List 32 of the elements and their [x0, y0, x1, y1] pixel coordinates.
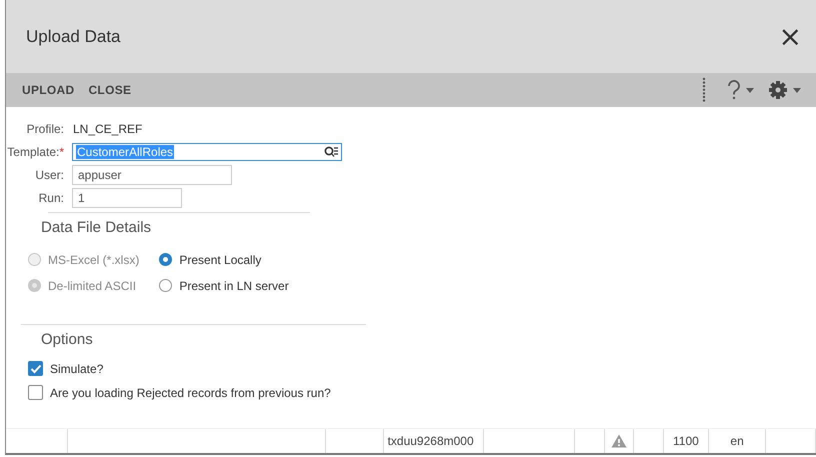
- radio-label: Present Locally: [179, 252, 262, 266]
- settings-icon[interactable]: [768, 80, 802, 100]
- checkbox-label: Are you loading Rejected records from previous run?: [50, 386, 331, 400]
- section-heading: Data File Details: [40, 218, 152, 238]
- input-field[interactable]: appuser: [72, 165, 232, 185]
- field-value: LN_CE_REF: [72, 122, 142, 136]
- checkbox-label: Simulate?: [50, 362, 104, 376]
- toolbar-button[interactable]: CLOSE: [81, 79, 138, 101]
- field-label: User:: [34, 168, 65, 182]
- field-label: Profile:: [26, 122, 65, 136]
- field-label: Run:: [38, 191, 65, 205]
- more-icon[interactable]: [702, 77, 706, 103]
- checkbox[interactable]: [28, 385, 43, 400]
- toolbar-button[interactable]: UPLOAD: [15, 79, 82, 101]
- required-mark: *: [59, 145, 64, 159]
- window-title: Upload Data: [26, 26, 122, 46]
- section-heading: Options: [40, 330, 94, 350]
- checkbox[interactable]: [28, 361, 43, 376]
- radio-label: De-limited ASCII: [48, 278, 136, 292]
- radio-label: Present in LN server: [179, 278, 289, 292]
- status-text: 1100: [673, 434, 699, 448]
- warning-icon: [610, 434, 627, 448]
- radio-label: MS-Excel (*.xlsx): [48, 252, 140, 266]
- field-label: Template:*: [6, 145, 65, 159]
- close-button[interactable]: ×: [774, 22, 806, 50]
- input-field[interactable]: 1: [72, 188, 182, 208]
- radio-button[interactable]: [159, 279, 172, 292]
- search-icon[interactable]: [324, 146, 339, 158]
- status-text: en: [730, 434, 744, 448]
- radio-button[interactable]: [159, 253, 172, 266]
- status-text: txduu9268m000: [388, 434, 474, 448]
- help-icon[interactable]: [726, 80, 756, 100]
